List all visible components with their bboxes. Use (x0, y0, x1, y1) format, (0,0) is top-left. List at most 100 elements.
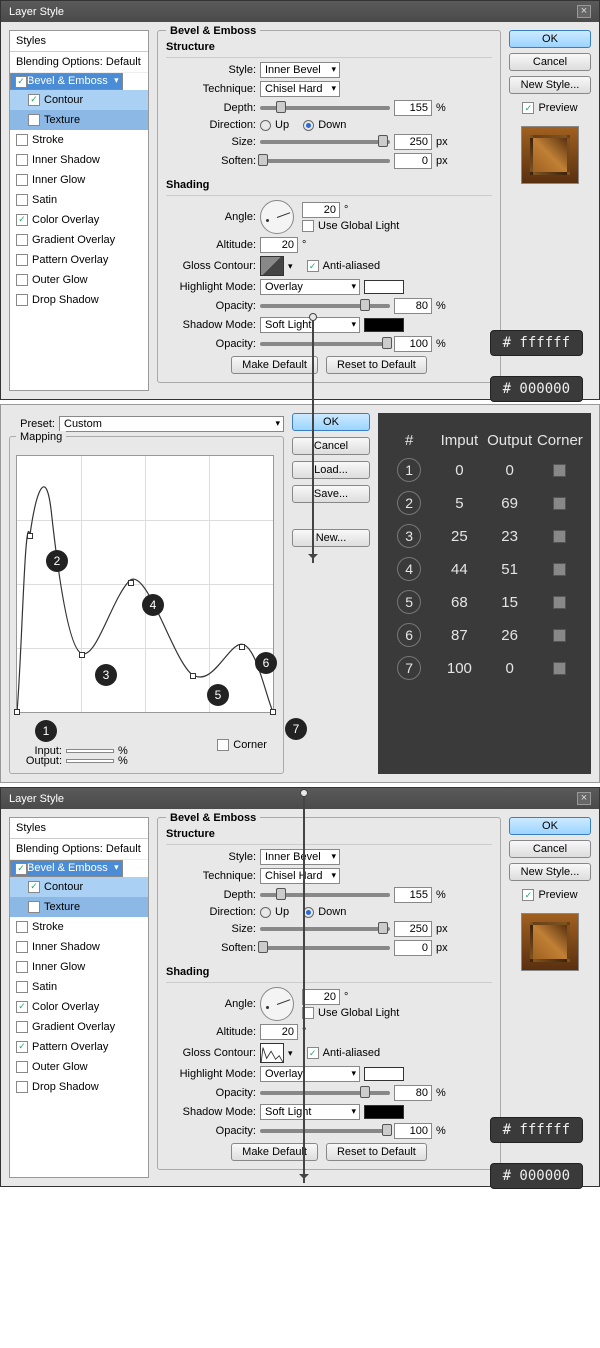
effect-checkbox[interactable] (16, 194, 28, 206)
angle-input[interactable]: 20 (302, 202, 340, 218)
effect-checkbox[interactable] (16, 1061, 28, 1073)
highlight-opacity-input[interactable]: 80 (394, 1085, 432, 1101)
style-item[interactable]: Drop Shadow (10, 1077, 148, 1097)
altitude-input[interactable]: 20 (260, 237, 298, 253)
style-item[interactable]: ✓Contour (10, 877, 148, 897)
effect-checkbox[interactable]: ✓ (15, 76, 27, 88)
shadow-opacity-slider[interactable] (260, 342, 390, 346)
style-item[interactable]: Gradient Overlay (10, 230, 148, 250)
preview-checkbox[interactable]: ✓ (522, 102, 534, 114)
soften-input[interactable]: 0 (394, 940, 432, 956)
new-style-button[interactable]: New Style... (509, 863, 591, 881)
style-item[interactable]: Outer Glow (10, 1057, 148, 1077)
style-select[interactable]: Inner Bevel (260, 849, 340, 865)
highlight-mode-select[interactable]: Overlay (260, 1066, 360, 1082)
effect-checkbox[interactable] (16, 941, 28, 953)
effect-checkbox[interactable] (16, 174, 28, 186)
corner-checkbox[interactable] (553, 629, 566, 642)
effect-checkbox[interactable] (16, 1081, 28, 1093)
angle-input[interactable]: 20 (302, 989, 340, 1005)
output-field[interactable] (66, 759, 114, 763)
depth-input[interactable]: 155 (394, 887, 432, 903)
shadow-opacity-slider[interactable] (260, 1129, 390, 1133)
style-item[interactable]: Stroke (10, 130, 148, 150)
shadow-opacity-input[interactable]: 100 (394, 1123, 432, 1139)
close-icon[interactable]: × (577, 792, 591, 805)
reset-default-button[interactable]: Reset to Default (326, 1143, 427, 1161)
effect-checkbox[interactable] (16, 981, 28, 993)
effect-checkbox[interactable] (16, 921, 28, 933)
effect-checkbox[interactable] (16, 274, 28, 286)
effect-checkbox[interactable]: ✓ (28, 881, 40, 893)
style-item[interactable]: Outer Glow (10, 270, 148, 290)
antialias-checkbox[interactable]: ✓ (307, 260, 319, 272)
gloss-contour-swatch[interactable] (260, 256, 284, 276)
new-style-button[interactable]: New Style... (509, 76, 591, 94)
style-item[interactable]: ✓Bevel & Emboss (10, 860, 123, 877)
corner-checkbox[interactable] (553, 596, 566, 609)
depth-input[interactable]: 155 (394, 100, 432, 116)
effect-checkbox[interactable]: ✓ (16, 214, 28, 226)
effect-checkbox[interactable] (16, 234, 28, 246)
depth-slider[interactable] (260, 893, 390, 897)
global-light-checkbox[interactable] (302, 220, 314, 232)
soften-input[interactable]: 0 (394, 153, 432, 169)
style-item[interactable]: ✓Color Overlay (10, 997, 148, 1017)
close-icon[interactable]: × (577, 5, 591, 18)
depth-slider[interactable] (260, 106, 390, 110)
contour-load-button[interactable]: Load... (292, 461, 370, 479)
effect-checkbox[interactable]: ✓ (16, 1001, 28, 1013)
effect-checkbox[interactable] (16, 254, 28, 266)
effect-checkbox[interactable]: ✓ (15, 863, 27, 875)
corner-checkbox[interactable] (553, 530, 566, 543)
make-default-button[interactable]: Make Default (231, 356, 318, 374)
preview-checkbox[interactable]: ✓ (522, 889, 534, 901)
size-slider[interactable] (260, 927, 390, 931)
cancel-button[interactable]: Cancel (509, 53, 591, 71)
effect-checkbox[interactable] (16, 961, 28, 973)
style-item[interactable]: Inner Glow (10, 957, 148, 977)
style-item[interactable]: Texture (10, 110, 148, 130)
antialias-checkbox[interactable]: ✓ (307, 1047, 319, 1059)
soften-slider[interactable] (260, 159, 390, 163)
effect-checkbox[interactable] (16, 134, 28, 146)
style-item[interactable]: Satin (10, 190, 148, 210)
style-item[interactable]: Inner Shadow (10, 937, 148, 957)
corner-checkbox[interactable] (553, 464, 566, 477)
blending-options[interactable]: Blending Options: Default (10, 52, 148, 73)
effect-checkbox[interactable]: ✓ (28, 94, 40, 106)
size-input[interactable]: 250 (394, 134, 432, 150)
up-radio[interactable] (260, 120, 271, 131)
highlight-mode-select[interactable]: Overlay (260, 279, 360, 295)
corner-checkbox[interactable] (553, 497, 566, 510)
cancel-button[interactable]: Cancel (509, 840, 591, 858)
shadow-color-swatch[interactable] (364, 1105, 404, 1119)
style-item[interactable]: ✓Color Overlay (10, 210, 148, 230)
angle-dial[interactable] (260, 200, 294, 234)
blending-options[interactable]: Blending Options: Default (10, 839, 148, 860)
style-item[interactable]: Texture (10, 897, 148, 917)
contour-ok-button[interactable]: OK (292, 413, 370, 431)
gloss-contour-swatch[interactable] (260, 1043, 284, 1063)
curve-canvas[interactable]: 1 2 3 4 5 6 7 (16, 455, 274, 713)
effect-checkbox[interactable] (16, 1021, 28, 1033)
preset-select[interactable]: Custom (59, 416, 284, 432)
shadow-opacity-input[interactable]: 100 (394, 336, 432, 352)
input-field[interactable] (66, 749, 114, 753)
ok-button[interactable]: OK (509, 30, 591, 48)
ok-button[interactable]: OK (509, 817, 591, 835)
effect-checkbox[interactable] (28, 901, 40, 913)
style-item[interactable]: Inner Shadow (10, 150, 148, 170)
style-item[interactable]: ✓Bevel & Emboss (10, 73, 123, 90)
highlight-opacity-slider[interactable] (260, 304, 390, 308)
corner-checkbox[interactable] (553, 662, 566, 675)
reset-default-button[interactable]: Reset to Default (326, 356, 427, 374)
effect-checkbox[interactable] (16, 154, 28, 166)
titlebar[interactable]: Layer Style × (1, 1, 599, 22)
style-item[interactable]: ✓Pattern Overlay (10, 1037, 148, 1057)
effect-checkbox[interactable] (28, 114, 40, 126)
highlight-color-swatch[interactable] (364, 1067, 404, 1081)
size-slider[interactable] (260, 140, 390, 144)
size-input[interactable]: 250 (394, 921, 432, 937)
altitude-input[interactable]: 20 (260, 1024, 298, 1040)
